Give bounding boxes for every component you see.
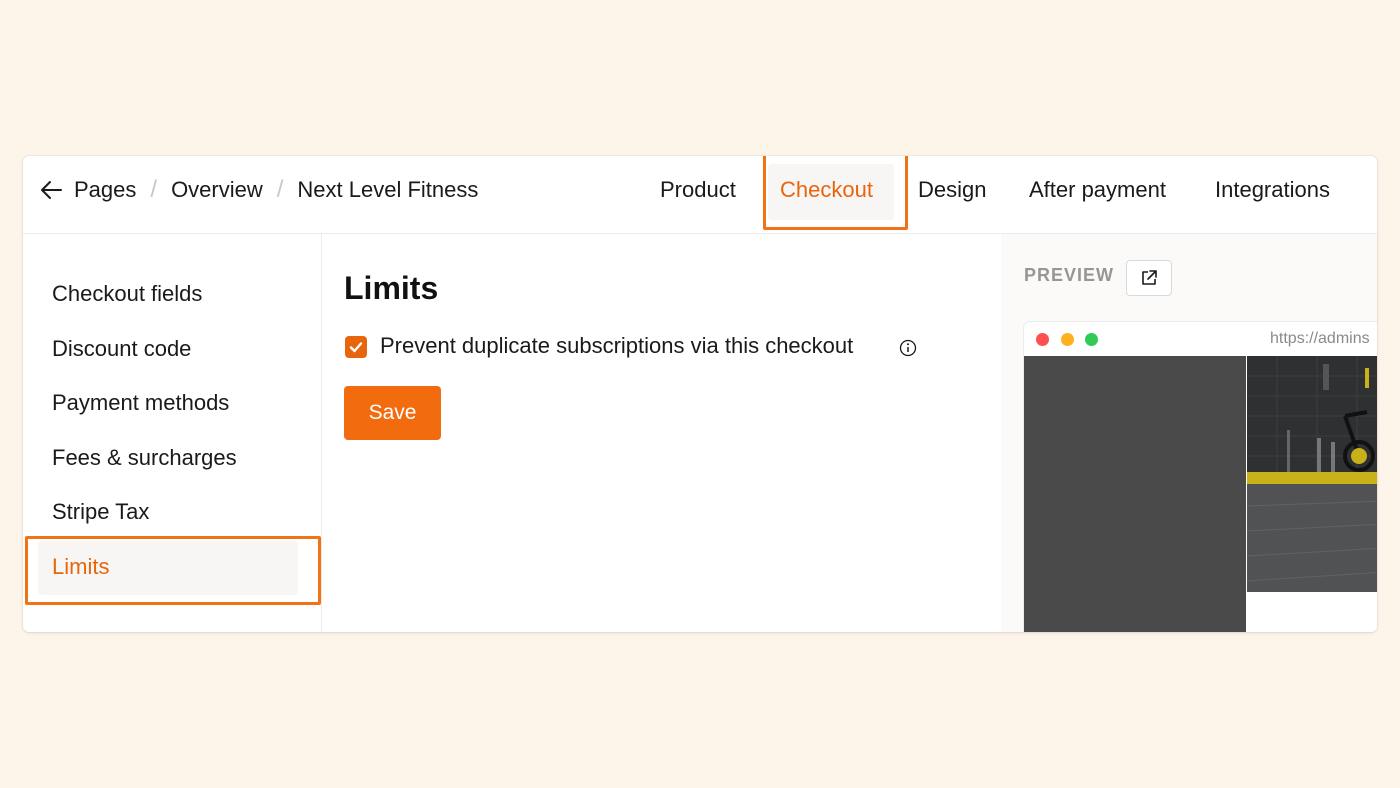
section-title: Limits bbox=[344, 270, 439, 306]
duplicate-subscriptions-checkbox[interactable] bbox=[345, 336, 367, 358]
tab-after-payment[interactable]: After payment bbox=[1029, 176, 1166, 204]
main-content: Limits Prevent duplicate subscriptions v… bbox=[322, 234, 1000, 632]
sidebar-item-stripe-tax[interactable]: Stripe Tax bbox=[52, 498, 149, 526]
close-dot-icon bbox=[1036, 333, 1049, 346]
sidebar-item-discount-code[interactable]: Discount code bbox=[52, 335, 191, 363]
gym-hero-image bbox=[1247, 356, 1377, 592]
top-header: Pages / Overview / Next Level Fitness Pr… bbox=[23, 156, 1377, 234]
maximize-dot-icon bbox=[1085, 333, 1098, 346]
gym-equipment-image bbox=[1247, 356, 1377, 592]
preview-url: https://admins bbox=[1270, 330, 1370, 347]
sidebar-item-checkout-fields[interactable]: Checkout fields bbox=[52, 280, 202, 308]
tab-checkout[interactable]: Checkout bbox=[780, 176, 873, 204]
sidebar-item-payment-methods[interactable]: Payment methods bbox=[52, 389, 229, 417]
tab-integrations[interactable]: Integrations bbox=[1215, 176, 1330, 204]
preview-label: PREVIEW bbox=[1024, 265, 1115, 285]
save-button[interactable]: Save bbox=[344, 386, 441, 440]
external-link-icon bbox=[1142, 270, 1157, 285]
tab-product[interactable]: Product bbox=[660, 176, 736, 204]
preview-pane: PREVIEW https://admins bbox=[1001, 234, 1377, 632]
preview-browser-window: https://admins bbox=[1024, 322, 1377, 632]
minimize-dot-icon bbox=[1061, 333, 1074, 346]
sidebar-item-limits[interactable]: Limits bbox=[52, 553, 109, 581]
sidebar-item-fees-surcharges[interactable]: Fees & surcharges bbox=[52, 444, 237, 472]
checkmark-icon bbox=[349, 342, 363, 353]
page-card: Pages / Overview / Next Level Fitness Pr… bbox=[23, 156, 1377, 632]
tab-bar: Product Checkout Design After payment In… bbox=[23, 156, 1377, 233]
checkbox-label: Prevent duplicate subscriptions via this… bbox=[380, 333, 854, 358]
tab-design[interactable]: Design bbox=[918, 176, 986, 204]
open-preview-button[interactable] bbox=[1126, 260, 1172, 296]
info-icon[interactable] bbox=[899, 339, 917, 357]
settings-sidebar: Checkout fields Discount code Payment me… bbox=[23, 234, 322, 632]
preview-dark-panel bbox=[1024, 356, 1246, 632]
browser-toolbar: https://admins bbox=[1024, 322, 1377, 356]
